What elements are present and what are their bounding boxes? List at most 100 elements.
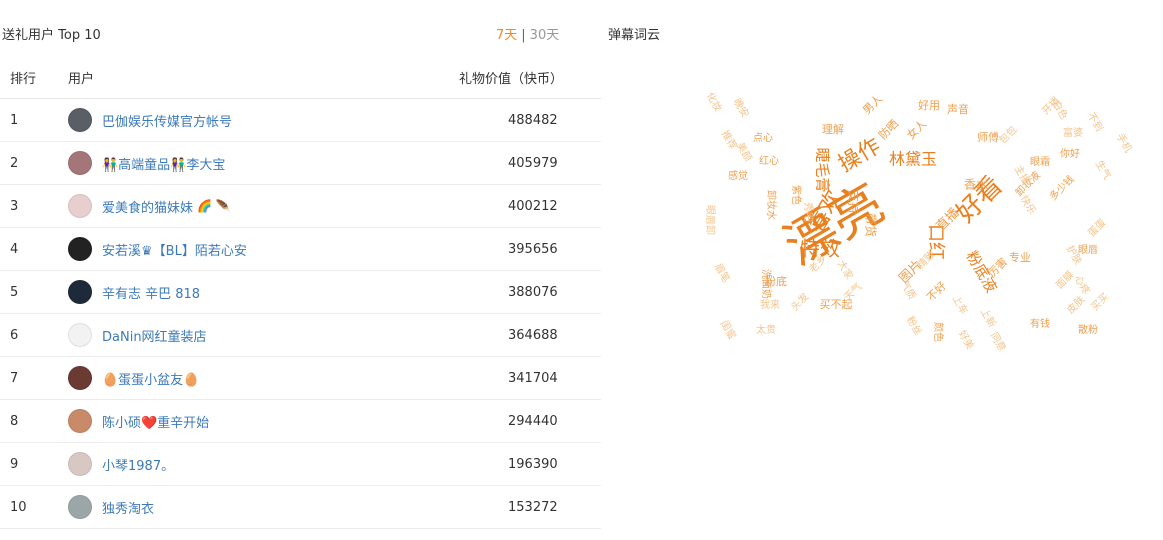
cloud-word: 不到	[1085, 110, 1105, 133]
user-info: 👫高端童品👫李大宝	[68, 151, 459, 175]
table-body: 1 巴伽娱乐传媒官方帐号 488482 2 👫高端童品👫李大宝 405979 3 爱美食的猫妹…	[0, 98, 601, 529]
cloud-word: 我来	[760, 299, 780, 311]
rank-cell: 2	[0, 141, 68, 185]
table-row: 8 陈小硕❤️重辛开始 294440	[0, 399, 601, 443]
avatar[interactable]	[68, 452, 92, 476]
avatar[interactable]	[68, 108, 92, 132]
user-name-link[interactable]: 独秀淘衣	[102, 498, 154, 517]
avatar[interactable]	[68, 366, 92, 390]
user-name-link[interactable]: 陈小硕❤️重辛开始	[102, 412, 209, 431]
cloud-word: 眼唇卸	[704, 205, 717, 235]
gift-ranking-table: 排行 用户 礼物价值（快币） 1 巴伽娱乐传媒官方帐号 488482 2 👫高端童品👫李…	[0, 57, 601, 529]
cloud-word: 好用	[918, 98, 940, 112]
gift-value-cell: 405979	[459, 141, 601, 185]
user-name-link[interactable]: 辛有志 辛巴 818	[102, 283, 200, 302]
table-row: 2 👫高端童品👫李大宝 405979	[0, 141, 601, 185]
avatar[interactable]	[68, 237, 92, 261]
column-header-gift-value: 礼物价值（快币）	[459, 57, 601, 99]
cloud-word: 带货	[864, 213, 879, 237]
user-name-link[interactable]: 🥚蛋蛋小盆友🥚	[102, 369, 199, 388]
cloud-word: 香水	[964, 178, 988, 192]
cloud-word: 眼唇	[1078, 244, 1098, 256]
cloud-word: 上车	[950, 293, 971, 317]
cloud-word: 女人	[904, 117, 929, 142]
cloud-word: 操作	[834, 134, 885, 178]
cloud-word: 理解	[822, 122, 844, 136]
user-info: DaNin网红童装店	[68, 323, 459, 347]
user-cell: 小琴1987。	[68, 442, 459, 486]
gift-value-cell: 341704	[459, 356, 601, 400]
table-row: 6 DaNin网红童装店 364688	[0, 313, 601, 357]
user-info: 小琴1987。	[68, 452, 459, 476]
table-row: 3 爱美食的猫妹妹 🌈 🪶 400212	[0, 184, 601, 228]
gift-value-cell: 196390	[459, 442, 601, 486]
cloud-word: 手机	[1114, 131, 1135, 155]
cloud-word: 上新	[978, 306, 999, 330]
user-name-link[interactable]: 安若溪♛【BL】陌若心安	[102, 240, 247, 259]
rank-cell: 6	[0, 313, 68, 357]
user-cell: 爱美食的猫妹妹 🌈 🪶	[68, 184, 459, 228]
avatar[interactable]	[68, 495, 92, 519]
rank-cell: 10	[0, 485, 68, 529]
cloud-word: 粉丝	[904, 314, 925, 338]
cloud-word: 皮肤	[1064, 293, 1087, 316]
cloud-word: 太贵	[756, 323, 776, 336]
cloud-word: 快乐	[1018, 193, 1038, 216]
cloud-word: 多少钱	[1046, 172, 1076, 202]
panel-title: 送礼用户 Top 10	[2, 28, 101, 43]
avatar[interactable]	[68, 280, 92, 304]
cloud-word: 蛋蛋	[1086, 217, 1109, 240]
rank-cell: 7	[0, 356, 68, 400]
cloud-word: 好美	[956, 328, 977, 352]
rank-cell: 9	[0, 442, 68, 486]
cloud-word: 富婆	[1063, 126, 1083, 139]
tab-separator: |	[521, 28, 526, 43]
gift-value-cell: 294440	[459, 399, 601, 443]
tab-30-days[interactable]: 30天	[530, 28, 560, 43]
avatar[interactable]	[68, 409, 92, 433]
top-gift-users-panel: 送礼用户 Top 10 7天 | 30天 排行 用户 礼物价值（快币） 1 巴伽娱乐传…	[0, 0, 601, 540]
cloud-word: 化妆	[704, 90, 725, 114]
user-name-link[interactable]: 小琴1987。	[102, 455, 174, 474]
table-row: 9 小琴1987。 196390	[0, 442, 601, 486]
table-row: 4 安若溪♛【BL】陌若心安 395656	[0, 227, 601, 271]
cloud-word: 专业	[1009, 250, 1031, 264]
user-name-link[interactable]: 👫高端童品👫李大宝	[102, 154, 225, 173]
gift-value-cell: 364688	[459, 313, 601, 357]
user-name-link[interactable]: 爱美食的猫妹妹	[102, 197, 193, 216]
column-header-rank: 排行	[0, 57, 68, 99]
cloud-word: 红心	[759, 154, 779, 167]
rank-cell: 4	[0, 227, 68, 271]
user-info: 🥚蛋蛋小盆友🥚	[68, 366, 459, 390]
cloud-word: 大家	[835, 258, 856, 282]
cloud-word: 同意	[988, 330, 1009, 354]
cloud-word: 支持	[847, 190, 862, 214]
cloud-word: 眼霜	[1030, 156, 1050, 168]
cloud-word: 紫色	[790, 185, 803, 205]
user-cell: 陈小硕❤️重辛开始	[68, 399, 459, 443]
gift-value-cell: 488482	[459, 98, 601, 142]
avatar[interactable]	[68, 151, 92, 175]
user-cell: 🥚蛋蛋小盆友🥚	[68, 356, 459, 400]
avatar[interactable]	[68, 194, 92, 218]
avatar[interactable]	[68, 323, 92, 347]
table-row: 7 🥚蛋蛋小盆友🥚 341704	[0, 356, 601, 400]
user-cell: 👫高端童品👫李大宝	[68, 141, 459, 185]
rank-cell: 8	[0, 399, 68, 443]
user-info: 陈小硕❤️重辛开始	[68, 409, 459, 433]
gift-value-cell: 400212	[459, 184, 601, 228]
cloud-word: 包包	[996, 123, 1019, 146]
cloud-word: 声音	[947, 102, 969, 116]
user-info: 爱美食的猫妹妹 🌈 🪶	[68, 194, 459, 218]
cloud-word: 防晒	[876, 117, 901, 142]
cloud-word: 颜色	[932, 322, 945, 342]
user-name-link[interactable]: DaNin网红童装店	[102, 326, 207, 345]
time-range-tabs: 7天 | 30天	[496, 24, 559, 43]
user-info: 安若溪♛【BL】陌若心安	[68, 237, 459, 261]
cloud-word: 洗面奶	[760, 269, 772, 299]
user-name-link[interactable]: 巴伽娱乐传媒官方帐号	[102, 111, 232, 130]
user-info: 辛有志 辛巴 818	[68, 280, 459, 304]
tab-7-days[interactable]: 7天	[496, 28, 517, 43]
user-cell: 安若溪♛【BL】陌若心安	[68, 227, 459, 271]
cloud-word: 面膜	[1054, 269, 1077, 292]
